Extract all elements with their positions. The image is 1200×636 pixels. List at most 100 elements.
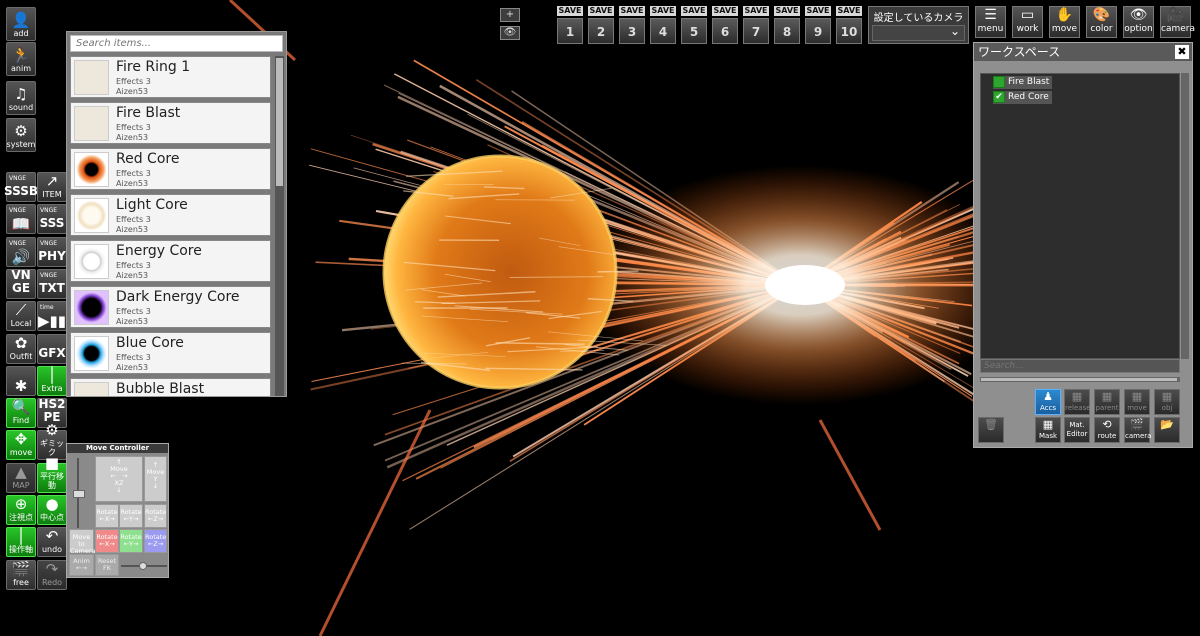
list-item[interactable]: Fire Blast Effects 3 Aizen53	[70, 102, 271, 144]
parallel-button[interactable]: ■ 平行移動	[37, 455, 67, 493]
camera-button[interactable]: 🎬 camera	[1124, 417, 1151, 443]
move-xz-pad[interactable]: ↑ Move ← → XZ ↓	[95, 456, 143, 502]
save-label: SAVE	[743, 6, 769, 16]
system-button[interactable]: ⚙ system	[6, 118, 36, 152]
free-button[interactable]: 🎬 free	[6, 559, 36, 590]
vnge-vol-button[interactable]: VNGE 🔊	[6, 236, 36, 267]
option-button[interactable]: 👁 option	[1123, 6, 1154, 38]
workspace-search-input[interactable]	[980, 359, 1180, 373]
color-button[interactable]: 🎨 color	[1086, 6, 1117, 38]
release-button[interactable]: ▦ release	[1064, 389, 1091, 415]
anim-button[interactable]: 🏃 anim	[6, 42, 36, 76]
vnge-button[interactable]: VN GE	[6, 268, 36, 299]
vnge-sss-button[interactable]: VNGE SSS	[37, 204, 67, 235]
save-slot-4[interactable]: SAVE 4	[650, 6, 676, 44]
obj-copy-button[interactable]: ▦obj copy	[1154, 389, 1180, 421]
checkbox-icon[interactable]	[993, 76, 1005, 88]
rotate-z-gray-button[interactable]: Rotate ←Z→	[144, 504, 167, 528]
time-button[interactable]: time ▶▮▮	[37, 301, 67, 332]
route-button[interactable]: ⟲ route	[1094, 417, 1120, 443]
mask-button[interactable]: ▦ Mask	[1035, 417, 1061, 443]
move-button[interactable]: ✥ move	[6, 430, 36, 461]
tree-node[interactable]: ✔ Red Core	[993, 91, 1052, 104]
item-list-scroll-thumb[interactable]	[276, 58, 283, 186]
item-button[interactable]: ↗ ITEM	[37, 172, 67, 202]
save-slot-7[interactable]: SAVE 7	[743, 6, 769, 44]
move-label: move	[1051, 24, 1078, 34]
center-button[interactable]: ● 中心点	[37, 495, 67, 525]
parallel-icon: ■	[44, 453, 60, 472]
list-item[interactable]: Fire Ring 1 Effects 3 Aizen53	[70, 56, 271, 98]
list-item[interactable]: Energy Core Effects 3 Aizen53	[70, 240, 271, 282]
checkbox-checked-icon[interactable]: ✔	[993, 91, 1005, 103]
menu-button[interactable]: ☰ menu	[975, 6, 1006, 38]
eye-icon[interactable]: 👁	[500, 26, 520, 40]
camera-icon: 🎥	[1166, 7, 1185, 23]
anim-button[interactable]: Anim ←→	[69, 554, 94, 576]
gfx-button[interactable]: GFX	[37, 333, 67, 364]
save-slot-10[interactable]: SAVE 10	[836, 6, 862, 44]
save-label: SAVE	[805, 6, 831, 16]
rotate-y-button[interactable]: Rotate ←Y→	[119, 529, 143, 553]
tree-node[interactable]: Fire Blast	[993, 76, 1053, 89]
item-list-scrollbar[interactable]	[275, 56, 284, 396]
vnge-ssb-button[interactable]: VNGE SSSB	[4, 172, 38, 202]
undo-button[interactable]: ↶ undo	[37, 527, 67, 558]
redo-button[interactable]: ↷ Redo	[37, 559, 67, 590]
vnge-phy-button[interactable]: VNGE PHY	[37, 236, 67, 267]
parent-button[interactable]: ▦ parent	[1094, 389, 1120, 415]
camera-select[interactable]: 設定しているカメラ ⌄	[868, 6, 969, 44]
vnge-txt-button[interactable]: VNGE TXT	[37, 268, 67, 299]
list-item[interactable]: Red Core Effects 3 Aizen53	[70, 148, 271, 190]
move-button[interactable]: ✋ move	[1049, 6, 1080, 38]
item-thumbnail	[74, 382, 109, 396]
add-button[interactable]: 👤 add	[6, 7, 36, 41]
extra-button[interactable]: │ Extra	[37, 365, 67, 396]
list-item[interactable]: Light Core Effects 3 Aizen53	[70, 194, 271, 236]
save-slot-6[interactable]: SAVE 6	[712, 6, 738, 44]
move-speed-slider[interactable]	[71, 458, 85, 528]
pose-button[interactable]: ✱	[6, 365, 36, 396]
close-icon[interactable]: ✖	[1175, 45, 1189, 59]
save-slot-9[interactable]: SAVE 9	[805, 6, 831, 44]
reset-fk-button[interactable]: Reset FK	[95, 554, 119, 576]
outfit-button[interactable]: ✿ Outfit	[6, 333, 36, 364]
map-button[interactable]: ▲ MAP	[6, 462, 36, 493]
rotate-z-button[interactable]: Rotate ←Z→	[144, 529, 167, 553]
vnge-book-button[interactable]: VNGE 📖	[6, 204, 36, 235]
menu-label: menu	[977, 24, 1004, 34]
target-button[interactable]: ⊕ 注視点	[6, 495, 36, 525]
work-button[interactable]: ▭ work	[1012, 6, 1043, 38]
move-y-pad[interactable]: ↑ Move Y ↓	[144, 456, 167, 502]
save-slot-3[interactable]: SAVE 3	[619, 6, 645, 44]
accs-button[interactable]: ♟ Accs	[1035, 389, 1061, 415]
camera-button[interactable]: 🎥 camera	[1160, 6, 1195, 38]
operate-button[interactable]: │ 操作軸	[6, 527, 36, 558]
save-slot-1[interactable]: SAVE 1	[557, 6, 583, 44]
list-item[interactable]: Blue Core Effects 3 Aizen53	[70, 332, 271, 374]
workspace-tree: Fire Blast ✔ Red Core	[980, 73, 1180, 359]
workspace-scrollbar[interactable]	[1181, 73, 1189, 359]
folder-button[interactable]: 📂	[1154, 417, 1180, 443]
list-item[interactable]: Bubble BlastEffects 3Aizen53	[70, 378, 271, 396]
save-slot-5[interactable]: SAVE 5	[681, 6, 707, 44]
save-slot-8[interactable]: SAVE 8	[774, 6, 800, 44]
rotate-y-gray-button[interactable]: Rotate ←Y→	[119, 504, 143, 528]
delete-button[interactable]: 🗑	[978, 417, 1004, 443]
camera-dropdown[interactable]: ⌄	[872, 24, 965, 41]
item-search-input[interactable]	[70, 35, 283, 52]
rotate-x-gray-button[interactable]: Rotate ←X→	[95, 504, 119, 528]
workspace-header[interactable]: ワークスペース ✖	[974, 43, 1192, 61]
move-to-camera-button[interactable]: Move to Camera	[69, 529, 96, 555]
zoom-button[interactable]: +	[500, 8, 520, 22]
save-slot-2[interactable]: SAVE 2	[588, 6, 614, 44]
mat-editor-button[interactable]: Mat. Editor	[1064, 417, 1090, 443]
fk-slider[interactable]	[121, 562, 167, 570]
find-button[interactable]: 🔍 Find	[6, 398, 36, 429]
list-item[interactable]: Dark Energy Core Effects 3 Aizen53	[70, 286, 271, 328]
sound-button[interactable]: ♫ sound	[6, 81, 36, 115]
workspace-hscroll[interactable]	[980, 377, 1180, 382]
rotate-x-button[interactable]: Rotate ←X→	[95, 529, 119, 553]
move-copy-button[interactable]: ▦move copy	[1124, 389, 1150, 421]
local-button[interactable]: ⟋ Local	[6, 301, 36, 332]
